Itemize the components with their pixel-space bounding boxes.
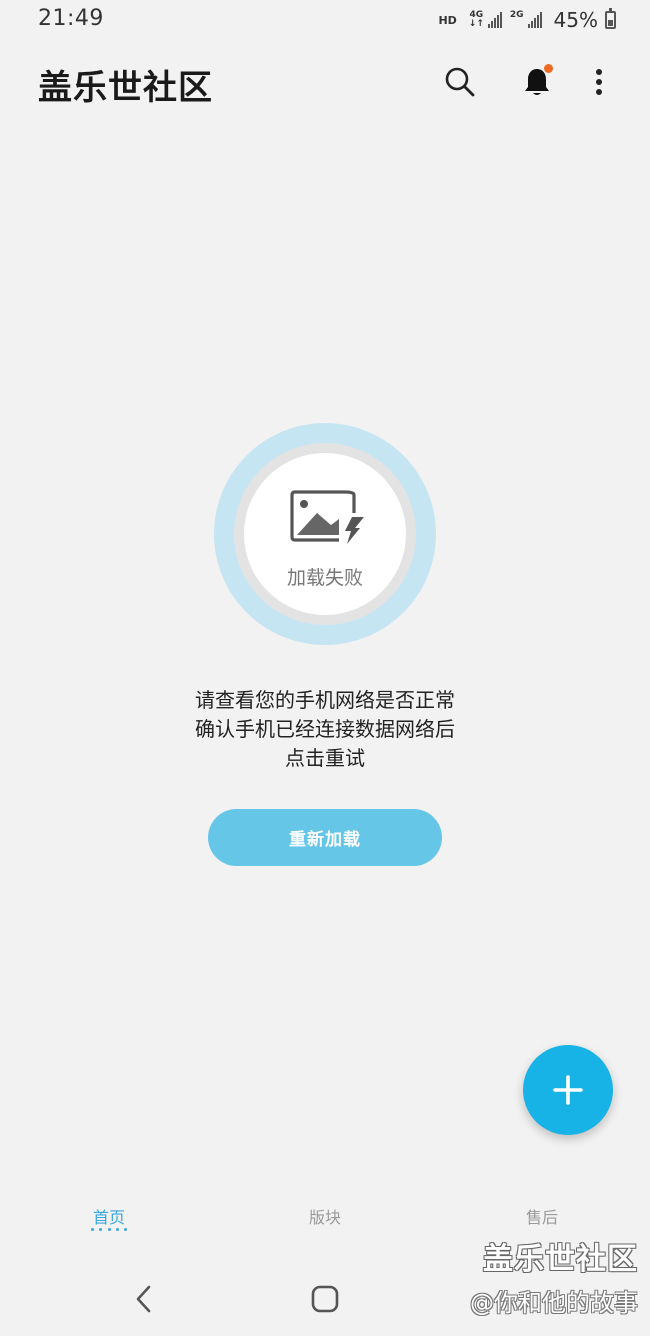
- search-icon: [445, 67, 475, 97]
- network-2g-indicator: 2G: [510, 11, 524, 29]
- load-failed-ring: 加载失败: [234, 443, 416, 625]
- network-4g-label: 4G: [469, 10, 484, 20]
- watermark-credit: @你和他的故事: [470, 1289, 638, 1317]
- status-bar: 21:49 HD 4G ↓↑ 2G 45%: [0, 0, 650, 40]
- signal-icon-2: [527, 12, 542, 28]
- app-title: 盖乐世社区: [38, 68, 213, 108]
- battery-percent: 45%: [553, 8, 598, 32]
- signal-icon: [487, 12, 502, 28]
- plus-icon: [553, 1075, 583, 1105]
- compose-fab-button[interactable]: [523, 1045, 613, 1135]
- hd-indicator: HD: [438, 13, 457, 27]
- tab-boards[interactable]: 版块: [260, 1204, 390, 1228]
- error-message-line: 确认手机已经连接数据网络后: [195, 717, 455, 741]
- tab-after-sales[interactable]: 售后: [477, 1204, 607, 1228]
- network-4g-indicator: 4G ↓↑: [468, 10, 484, 29]
- error-message-line: 请查看您的手机网络是否正常: [195, 688, 455, 712]
- status-time: 21:49: [38, 6, 104, 31]
- notification-dot: [544, 64, 553, 73]
- error-message-line: 点击重试: [285, 746, 365, 770]
- search-button[interactable]: [442, 64, 478, 100]
- battery-icon: [605, 8, 616, 29]
- status-indicators: HD 4G ↓↑ 2G 45%: [438, 6, 616, 34]
- app-bar: 盖乐世社区: [0, 50, 650, 116]
- error-message: 请查看您的手机网络是否正常 确认手机已经连接数据网络后 点击重试: [0, 686, 650, 773]
- load-failed-circle: 加载失败: [244, 453, 406, 615]
- battery-fill: [608, 19, 613, 26]
- notifications-button[interactable]: [519, 64, 555, 100]
- home-icon[interactable]: [311, 1285, 339, 1313]
- network-2g-label: 2G: [509, 10, 524, 20]
- watermark-title: 盖乐世社区: [483, 1242, 638, 1277]
- broken-image-icon: [290, 490, 364, 544]
- more-options-button[interactable]: [581, 64, 617, 100]
- load-failed-badge: 加载失败: [214, 423, 436, 645]
- tab-home-indicator: [91, 1228, 127, 1231]
- back-icon[interactable]: [132, 1284, 156, 1314]
- screen: 21:49 HD 4G ↓↑ 2G 45% 盖乐世社区 加载失败 请查看您的手机…: [0, 0, 650, 1336]
- more-vert-icon: [596, 69, 602, 95]
- reload-button[interactable]: 重新加载: [208, 809, 442, 866]
- tab-home[interactable]: 首页: [44, 1204, 174, 1228]
- load-failed-label: 加载失败: [286, 567, 363, 589]
